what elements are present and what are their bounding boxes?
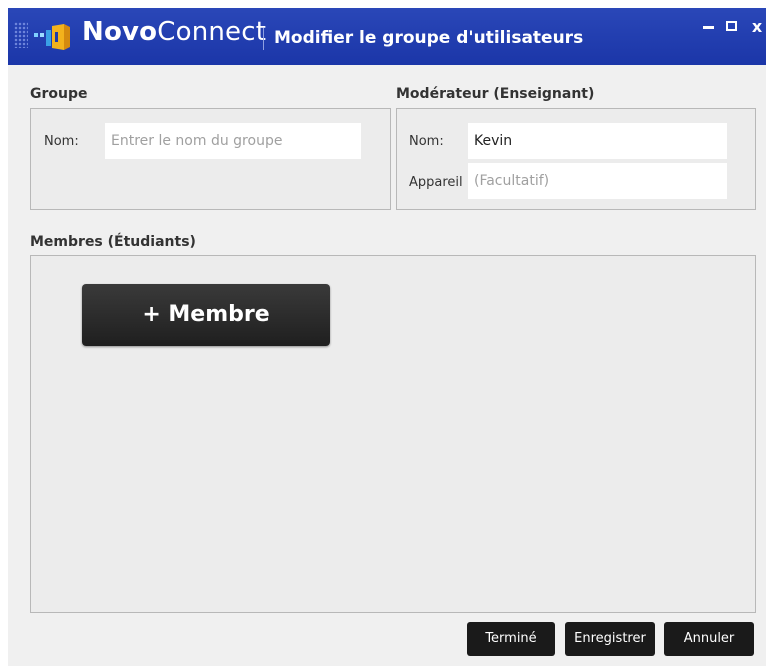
group-name-input[interactable]: [105, 123, 361, 159]
edit-group-window: NovoConnect Modifier le groupe d'utilisa…: [8, 8, 766, 666]
maximize-button[interactable]: [723, 18, 741, 36]
drag-handle[interactable]: [14, 22, 28, 48]
minimize-icon: [703, 26, 714, 29]
title-separator: [263, 28, 264, 50]
group-section-label: Groupe: [30, 86, 88, 102]
save-button[interactable]: Enregistrer: [565, 622, 655, 656]
moderator-panel: Nom: Appareil: [396, 108, 756, 210]
cancel-button[interactable]: Annuler: [664, 622, 754, 656]
app-name-rest: Connect: [157, 17, 267, 47]
add-member-button[interactable]: + Membre: [82, 284, 330, 346]
moderator-device-input[interactable]: [468, 163, 727, 199]
close-icon: x: [751, 17, 763, 36]
title-bar[interactable]: NovoConnect Modifier le groupe d'utilisa…: [8, 8, 766, 65]
close-button[interactable]: x: [748, 18, 766, 36]
novoconnect-logo-icon: [34, 22, 74, 56]
app-name-bold: Novo: [82, 17, 158, 47]
moderator-name-label: Nom:: [409, 134, 444, 149]
moderator-device-label: Appareil: [409, 175, 463, 190]
app-name: NovoConnect: [82, 17, 266, 47]
done-button[interactable]: Terminé: [467, 622, 555, 656]
maximize-icon: [726, 21, 737, 31]
group-panel: Nom:: [30, 108, 391, 210]
group-name-label: Nom:: [44, 134, 79, 149]
moderator-section-label: Modérateur (Enseignant): [396, 86, 595, 102]
members-section-label: Membres (Étudiants): [30, 234, 196, 250]
moderator-name-input[interactable]: [468, 123, 727, 159]
window-title: Modifier le groupe d'utilisateurs: [274, 28, 584, 48]
minimize-button[interactable]: [700, 18, 718, 36]
